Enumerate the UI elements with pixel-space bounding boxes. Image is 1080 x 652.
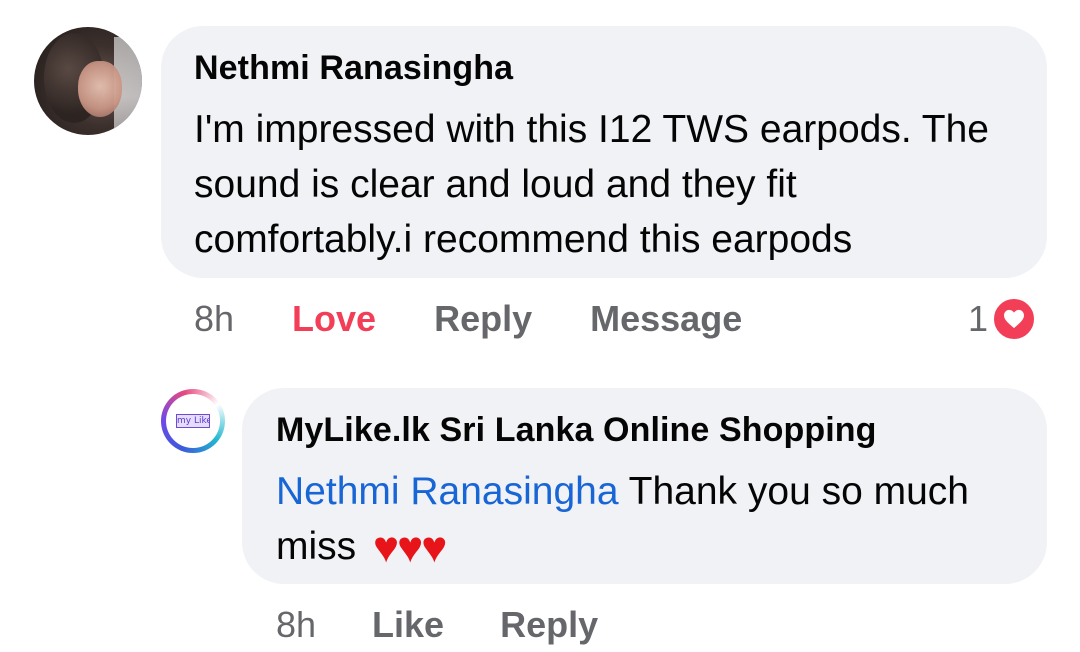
mention-link[interactable]: Nethmi Ranasingha	[276, 470, 619, 513]
comment-bubble: Nethmi Ranasingha I'm impressed with thi…	[161, 26, 1047, 278]
page-avatar[interactable]: my Like	[161, 389, 225, 453]
heart-icon	[1004, 309, 1025, 329]
comment-text: I'm impressed with this I12 TWS earpods.…	[194, 108, 989, 261]
comment-timestamp[interactable]: 8h	[194, 298, 234, 340]
reaction-count: 1	[968, 298, 989, 339]
like-button[interactable]: Like	[372, 604, 444, 646]
love-reaction-icon	[991, 296, 1038, 342]
love-button[interactable]: Love	[292, 298, 376, 340]
comment-author-name[interactable]: Nethmi Ranasingha	[194, 48, 1017, 88]
reaction-summary[interactable]: 1	[968, 294, 1038, 344]
avatar-face	[78, 61, 122, 117]
comment-actions: 8h Love Reply Message	[194, 294, 742, 344]
reply-text: Nethmi Ranasingha Thank you so much miss…	[276, 464, 1017, 575]
commenter-avatar[interactable]	[34, 27, 142, 135]
reply-author-name[interactable]: MyLike.lk Sri Lanka Online Shopping	[276, 410, 1017, 450]
reply-reply-button[interactable]: Reply	[500, 604, 598, 646]
message-button[interactable]: Message	[590, 298, 742, 340]
hearts-emoji: ♥♥♥	[373, 523, 447, 572]
reply-bubble: MyLike.lk Sri Lanka Online Shopping Neth…	[242, 388, 1047, 584]
page-logo: my Like	[176, 414, 210, 428]
page-avatar-inner: my Like	[166, 394, 220, 448]
reply-actions: 8h Like Reply	[276, 600, 598, 650]
reply-timestamp[interactable]: 8h	[276, 604, 316, 646]
reply-button[interactable]: Reply	[434, 298, 532, 340]
